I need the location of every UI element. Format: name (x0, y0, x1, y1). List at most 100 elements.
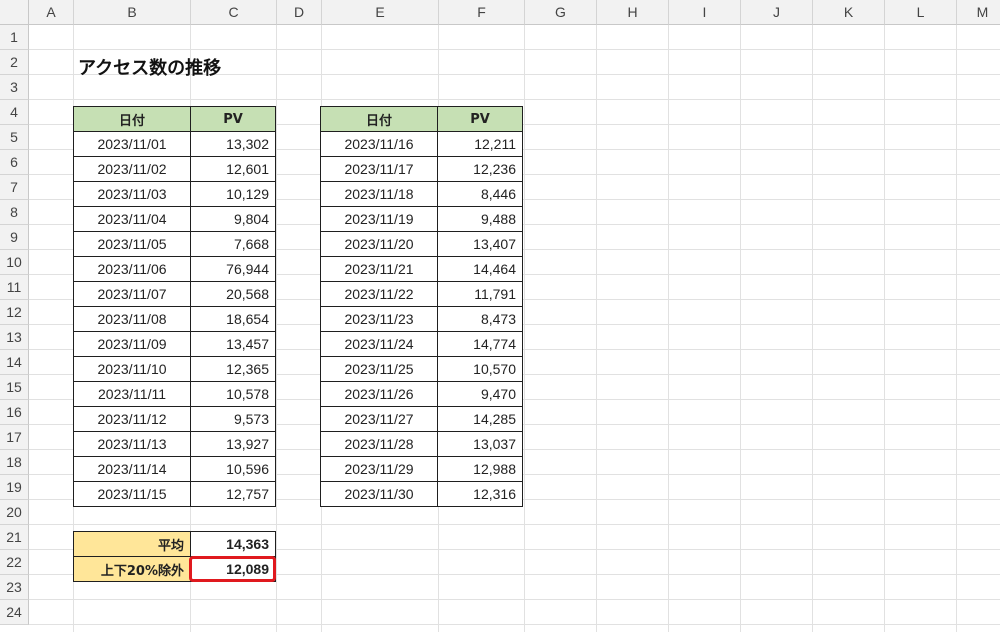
row-header-4[interactable]: 4 (0, 100, 29, 125)
left-table-pv-cell[interactable]: 12,601 (190, 156, 276, 182)
row-header-8[interactable]: 8 (0, 200, 29, 225)
left-table-date-cell[interactable]: 2023/11/09 (73, 331, 191, 357)
average-label[interactable]: 平均 (73, 531, 191, 557)
right-table-header-date[interactable]: 日付 (320, 106, 438, 132)
right-table-pv-cell[interactable]: 13,407 (437, 231, 523, 257)
trimmed-average-label[interactable]: 上下20%除外 (73, 556, 191, 582)
right-table-date-cell[interactable]: 2023/11/21 (320, 256, 438, 282)
left-table-header-date[interactable]: 日付 (73, 106, 191, 132)
row-header-22[interactable]: 22 (0, 550, 29, 575)
left-table-pv-cell[interactable]: 9,804 (190, 206, 276, 232)
left-table-date-cell[interactable]: 2023/11/03 (73, 181, 191, 207)
row-header-7[interactable]: 7 (0, 175, 29, 200)
row-header-9[interactable]: 9 (0, 225, 29, 250)
right-table-date-cell[interactable]: 2023/11/16 (320, 131, 438, 157)
right-table-date-cell[interactable]: 2023/11/28 (320, 431, 438, 457)
right-table-pv-cell[interactable]: 12,211 (437, 131, 523, 157)
left-table-date-cell[interactable]: 2023/11/13 (73, 431, 191, 457)
row-header-1[interactable]: 1 (0, 25, 29, 50)
left-table-pv-cell[interactable]: 10,578 (190, 381, 276, 407)
row-header-3[interactable]: 3 (0, 75, 29, 100)
right-table-date-cell[interactable]: 2023/11/18 (320, 181, 438, 207)
left-table-date-cell[interactable]: 2023/11/12 (73, 406, 191, 432)
left-table-pv-cell[interactable]: 13,457 (190, 331, 276, 357)
right-table-pv-cell[interactable]: 8,473 (437, 306, 523, 332)
right-table-pv-cell[interactable]: 12,988 (437, 456, 523, 482)
row-header-6[interactable]: 6 (0, 150, 29, 175)
column-header-m[interactable]: M (957, 0, 1000, 25)
trimmed-average-value[interactable]: 12,089 (190, 556, 276, 582)
left-table-pv-cell[interactable]: 13,927 (190, 431, 276, 457)
row-header-12[interactable]: 12 (0, 300, 29, 325)
left-table-header-pv[interactable]: PV (190, 106, 276, 132)
right-table-date-cell[interactable]: 2023/11/17 (320, 156, 438, 182)
left-table-pv-cell[interactable]: 12,365 (190, 356, 276, 382)
column-header-a[interactable]: A (29, 0, 74, 25)
left-table-date-cell[interactable]: 2023/11/02 (73, 156, 191, 182)
left-table-date-cell[interactable]: 2023/11/04 (73, 206, 191, 232)
column-header-c[interactable]: C (191, 0, 277, 25)
right-table-pv-cell[interactable]: 11,791 (437, 281, 523, 307)
left-table-pv-cell[interactable]: 18,654 (190, 306, 276, 332)
right-table-pv-cell[interactable]: 8,446 (437, 181, 523, 207)
row-header-13[interactable]: 13 (0, 325, 29, 350)
right-table-date-cell[interactable]: 2023/11/19 (320, 206, 438, 232)
left-table-pv-cell[interactable]: 20,568 (190, 281, 276, 307)
left-table-date-cell[interactable]: 2023/11/06 (73, 256, 191, 282)
row-header-17[interactable]: 17 (0, 425, 29, 450)
left-table-date-cell[interactable]: 2023/11/15 (73, 481, 191, 507)
right-table-pv-cell[interactable]: 14,285 (437, 406, 523, 432)
left-table-pv-cell[interactable]: 9,573 (190, 406, 276, 432)
column-header-g[interactable]: G (525, 0, 597, 25)
sheet-title[interactable]: アクセス数の推移 (78, 54, 221, 80)
row-header-2[interactable]: 2 (0, 50, 29, 75)
right-table-pv-cell[interactable]: 14,774 (437, 331, 523, 357)
right-table-pv-cell[interactable]: 13,037 (437, 431, 523, 457)
column-header-f[interactable]: F (439, 0, 525, 25)
right-table-date-cell[interactable]: 2023/11/26 (320, 381, 438, 407)
column-header-h[interactable]: H (597, 0, 669, 25)
column-header-k[interactable]: K (813, 0, 885, 25)
left-table-date-cell[interactable]: 2023/11/08 (73, 306, 191, 332)
left-table-date-cell[interactable]: 2023/11/05 (73, 231, 191, 257)
row-header-21[interactable]: 21 (0, 525, 29, 550)
row-header-19[interactable]: 19 (0, 475, 29, 500)
right-table-date-cell[interactable]: 2023/11/29 (320, 456, 438, 482)
row-header-14[interactable]: 14 (0, 350, 29, 375)
left-table-pv-cell[interactable]: 13,302 (190, 131, 276, 157)
column-header-e[interactable]: E (322, 0, 439, 25)
row-header-5[interactable]: 5 (0, 125, 29, 150)
right-table-pv-cell[interactable]: 10,570 (437, 356, 523, 382)
right-table-date-cell[interactable]: 2023/11/20 (320, 231, 438, 257)
column-header-d[interactable]: D (277, 0, 322, 25)
average-value[interactable]: 14,363 (190, 531, 276, 557)
left-table-date-cell[interactable]: 2023/11/11 (73, 381, 191, 407)
right-table-pv-cell[interactable]: 9,488 (437, 206, 523, 232)
left-table-pv-cell[interactable]: 7,668 (190, 231, 276, 257)
spreadsheet-grid[interactable]: ABCDEFGHIJKLM 1 2 3 4 5 6 7 8 9 10 11 12 13 14 15 16 17 1… (0, 0, 1000, 632)
row-header-20[interactable]: 20 (0, 500, 29, 525)
right-table-pv-cell[interactable]: 9,470 (437, 381, 523, 407)
row-header-24[interactable]: 24 (0, 600, 29, 625)
left-table-date-cell[interactable]: 2023/11/07 (73, 281, 191, 307)
row-header-18[interactable]: 18 (0, 450, 29, 475)
column-header-j[interactable]: J (741, 0, 813, 25)
right-table-date-cell[interactable]: 2023/11/24 (320, 331, 438, 357)
select-all-corner[interactable] (0, 0, 29, 25)
right-table-pv-cell[interactable]: 12,236 (437, 156, 523, 182)
right-table-pv-cell[interactable]: 12,316 (437, 481, 523, 507)
right-table-date-cell[interactable]: 2023/11/27 (320, 406, 438, 432)
column-header-l[interactable]: L (885, 0, 957, 25)
right-table-pv-cell[interactable]: 14,464 (437, 256, 523, 282)
right-table-date-cell[interactable]: 2023/11/25 (320, 356, 438, 382)
left-table-date-cell[interactable]: 2023/11/01 (73, 131, 191, 157)
left-table-pv-cell[interactable]: 76,944 (190, 256, 276, 282)
column-header-i[interactable]: I (669, 0, 741, 25)
right-table-header-pv[interactable]: PV (437, 106, 523, 132)
left-table-pv-cell[interactable]: 10,596 (190, 456, 276, 482)
right-table-date-cell[interactable]: 2023/11/23 (320, 306, 438, 332)
row-header-15[interactable]: 15 (0, 375, 29, 400)
column-header-b[interactable]: B (74, 0, 191, 25)
left-table-pv-cell[interactable]: 12,757 (190, 481, 276, 507)
right-table-date-cell[interactable]: 2023/11/30 (320, 481, 438, 507)
